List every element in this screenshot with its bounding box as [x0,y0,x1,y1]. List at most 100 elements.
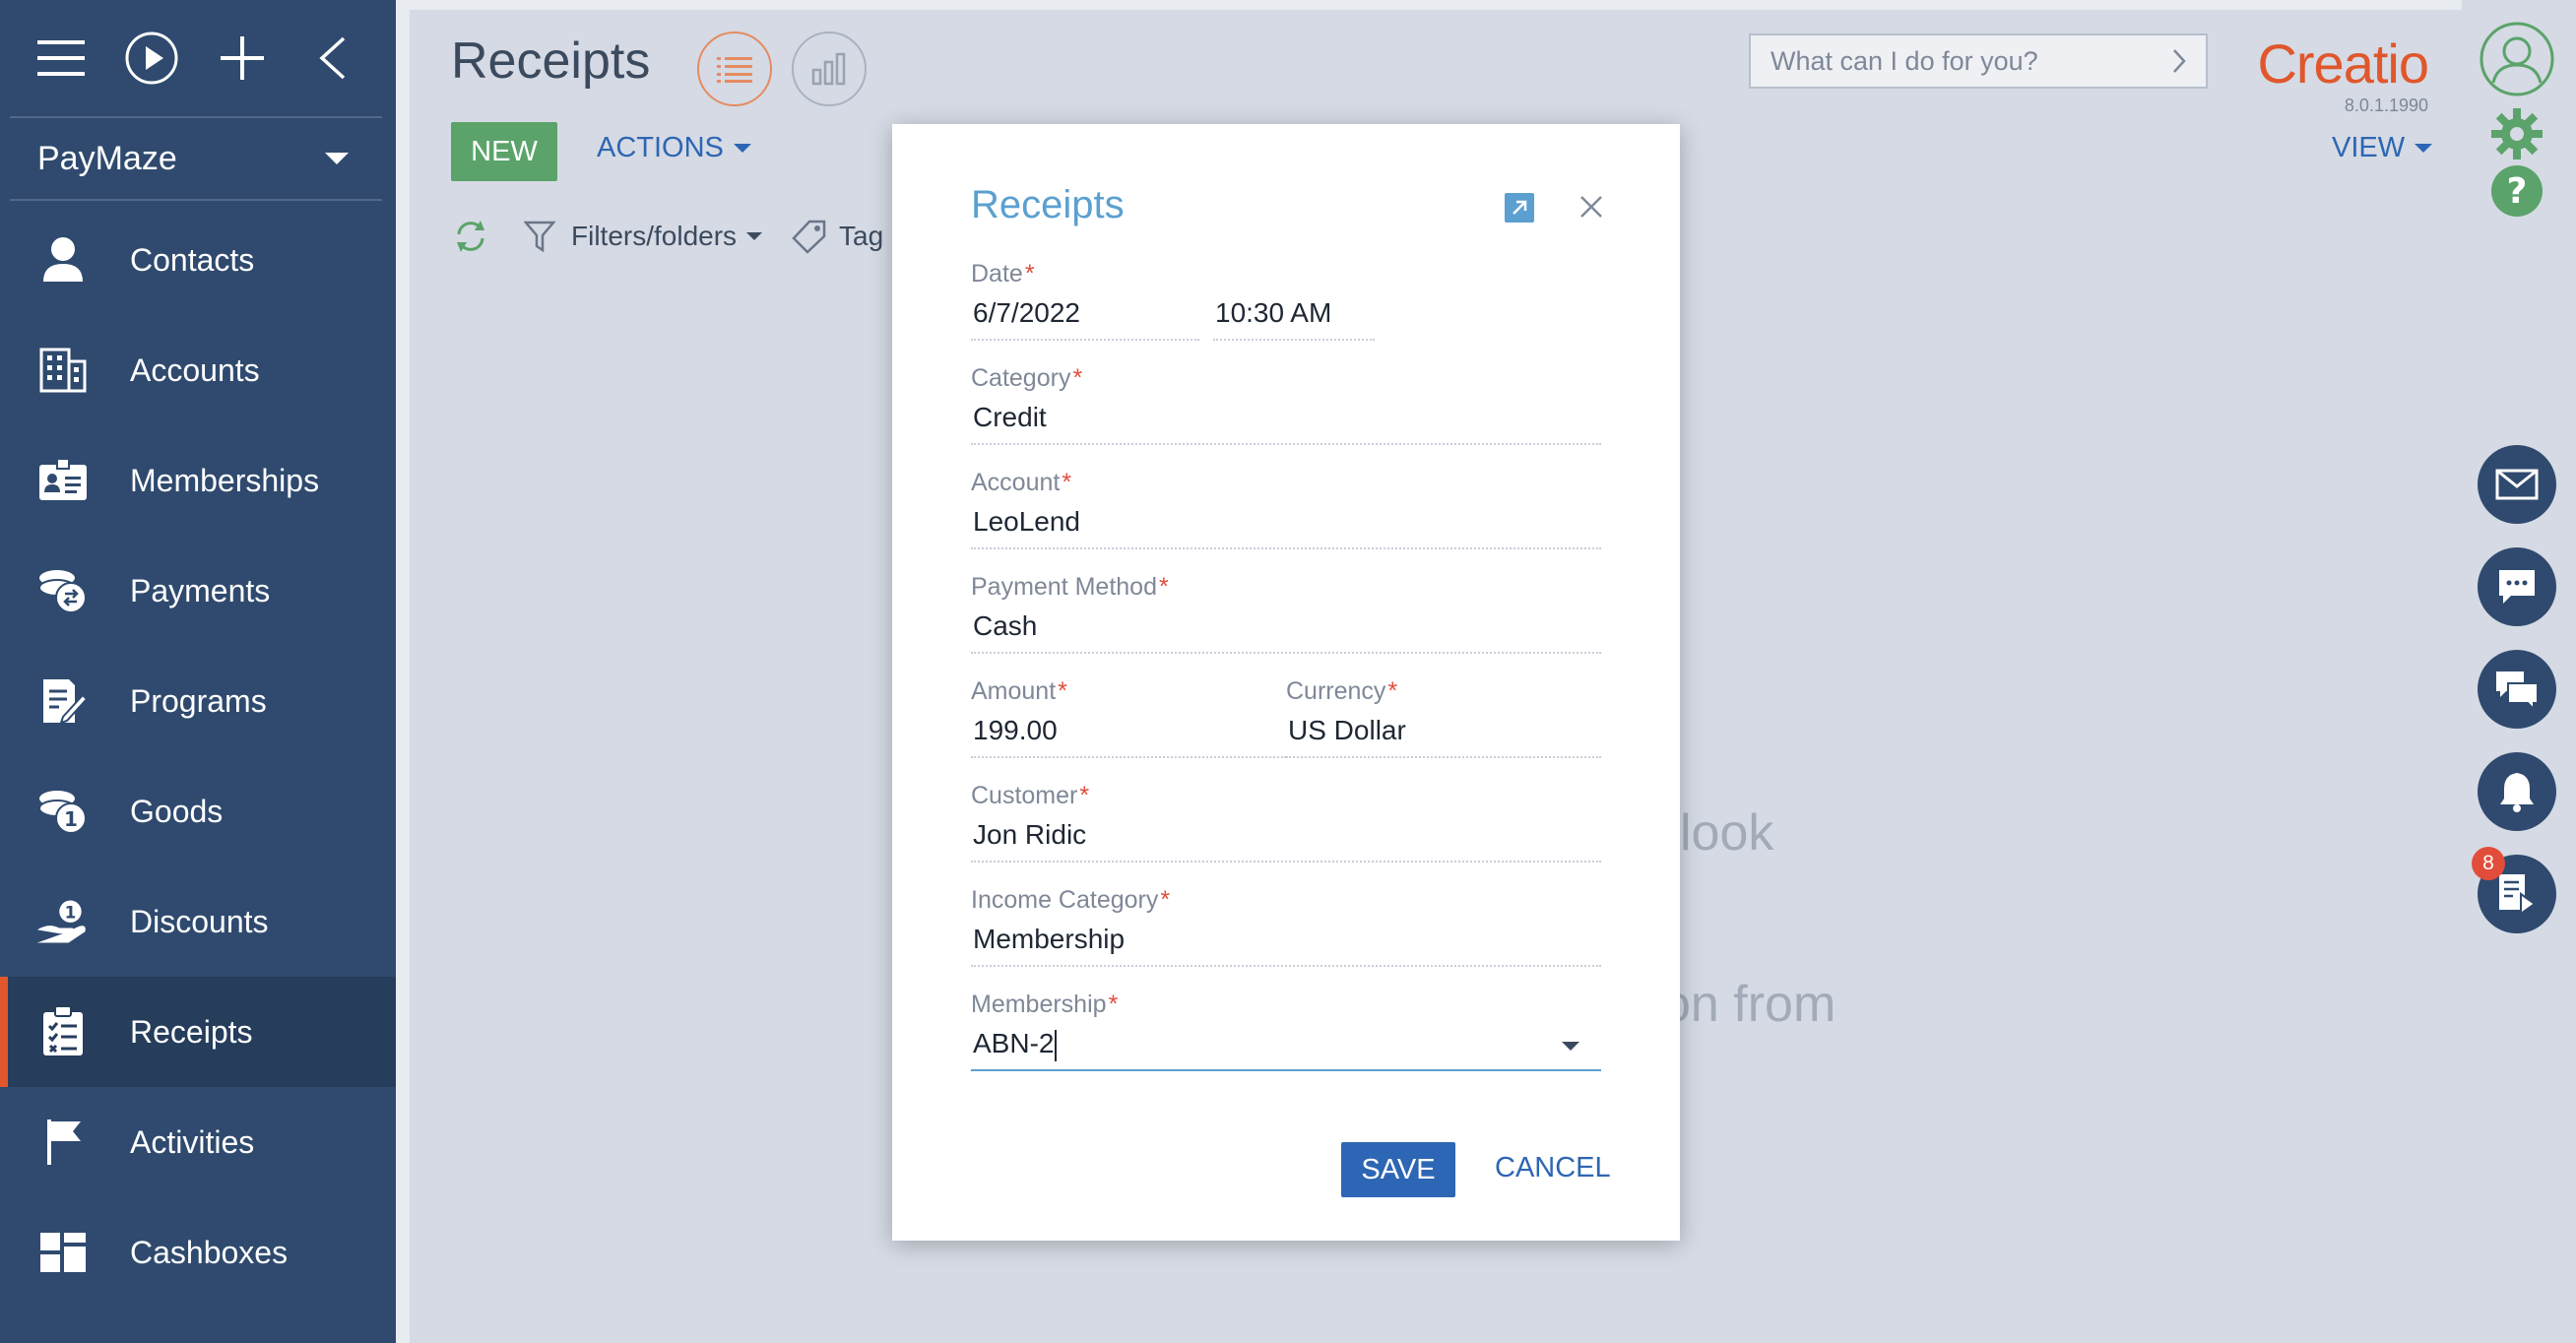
sidebar-item-label: Programs [130,682,267,719]
feed-button[interactable] [2478,650,2556,729]
sidebar-item-activities[interactable]: Activities [0,1087,396,1197]
payment-method-label: Payment Method [971,573,1157,601]
filter-icon[interactable] [522,217,561,256]
sidebar-item-label: Contacts [130,241,255,278]
id-card-icon [35,453,91,508]
refresh-icon[interactable] [451,217,490,256]
time-input[interactable]: 10:30 AM [1213,293,1375,341]
required-marker: * [1160,886,1171,914]
user-profile-icon[interactable] [2478,20,2556,103]
building-icon [35,343,91,398]
sidebar-item-discounts[interactable]: 1 Discounts [0,866,396,977]
required-marker: * [1072,364,1083,392]
chevron-right-icon [2173,49,2186,73]
sidebar-item-label: Memberships [130,462,320,498]
empty-state-text-2: on from [1662,976,1836,1033]
document-edit-icon [35,673,91,729]
tag-button[interactable]: Tag [839,221,883,252]
new-button[interactable]: NEW [451,122,557,181]
account-input[interactable]: LeoLend [971,502,1601,549]
chevron-down-icon[interactable] [1562,1042,1579,1051]
payment-method-input[interactable]: Cash [971,607,1601,654]
document-play-icon [2499,874,2537,916]
required-marker: * [1159,573,1169,601]
hand-coin-icon: 1 [35,894,91,949]
bar-chart-icon [811,52,846,86]
income-category-field: Income Category* Membership [971,886,1601,967]
list-view-button[interactable] [697,32,772,106]
sidebar-item-accounts[interactable]: Accounts [0,315,396,425]
required-marker: * [1108,991,1119,1018]
chevron-down-icon [2415,144,2433,153]
menu-icon[interactable] [33,31,89,86]
empty-state-text-1: look [1680,804,1774,862]
process-count-badge: 8 [2472,847,2505,880]
view-label: VIEW [2332,132,2406,163]
sidebar-item-label: Discounts [130,903,269,939]
collapse-chevron-icon[interactable] [305,31,360,86]
gear-icon[interactable] [2489,106,2544,166]
plus-icon[interactable] [215,31,270,86]
sidebar-item-label: Goods [130,793,224,829]
category-input[interactable]: Credit [971,398,1601,445]
command-search-input[interactable]: What can I do for you? [1749,33,2208,89]
chevron-down-icon [746,232,763,240]
workspace-name: PayMaze [37,139,177,177]
list-icon [717,57,752,83]
chat-button[interactable] [2478,547,2556,626]
svg-text:?: ? [2507,171,2528,212]
brand-name: Creatio [2257,32,2429,95]
sidebar: PayMaze Contacts Accounts Memberships Pa… [0,0,396,1343]
search-placeholder: What can I do for you? [1771,45,2038,76]
play-icon[interactable] [124,31,179,86]
customer-label: Customer [971,782,1078,809]
sidebar-item-label: Cashboxes [130,1234,289,1270]
brand-logo: Creatio 8.0.1.1990 [2241,32,2429,116]
sidebar-item-programs[interactable]: Programs [0,646,396,756]
customer-field: Customer* Jon Ridic [971,782,1601,863]
cancel-button[interactable]: CANCEL [1495,1152,1611,1184]
amount-input[interactable]: 199.00 [971,711,1286,758]
amount-field: Amount* 199.00 [971,677,1286,758]
sidebar-item-payments[interactable]: Payments [0,536,396,646]
date-field: Date* 6/7/2022 [971,260,1199,341]
save-button[interactable]: SAVE [1341,1142,1455,1197]
membership-input[interactable]: ABN-2 [971,1024,1601,1071]
coins-exchange-icon [35,563,91,618]
tag-icon[interactable] [790,217,829,256]
customer-input[interactable]: Jon Ridic [971,815,1601,863]
notifications-button[interactable] [2478,752,2556,831]
blocks-icon [35,1225,91,1280]
svg-text:1: 1 [64,807,78,831]
sidebar-item-label: Receipts [130,1013,253,1050]
required-marker: * [1062,469,1072,496]
email-button[interactable] [2478,445,2556,524]
sidebar-item-memberships[interactable]: Memberships [0,425,396,536]
chevron-down-icon [733,144,751,153]
sidebar-item-goods[interactable]: 1 Goods [0,756,396,866]
close-icon[interactable] [1576,191,1607,223]
required-marker: * [1024,260,1035,288]
open-full-page-icon[interactable] [1505,193,1534,223]
actions-menu[interactable]: ACTIONS [597,132,751,164]
currency-label: Currency [1286,677,1386,705]
analytics-view-button[interactable] [792,32,867,106]
membership-label: Membership [971,991,1107,1018]
sidebar-item-cashboxes[interactable]: Cashboxes [0,1197,396,1308]
person-icon [35,232,91,288]
date-input[interactable]: 6/7/2022 [971,293,1199,341]
currency-input[interactable]: US Dollar [1286,711,1601,758]
sidebar-item-label: Accounts [130,352,260,388]
sidebar-item-receipts[interactable]: Receipts [0,977,396,1087]
help-icon[interactable]: ? [2489,163,2544,224]
filters-folders-button[interactable]: Filters/folders [571,221,737,252]
sidebar-topbar [10,0,382,118]
amount-label: Amount [971,677,1057,705]
sidebar-item-contacts[interactable]: Contacts [0,205,396,315]
sidebar-item-label: Payments [130,572,271,608]
dialog-title: Receipts [971,183,1125,226]
filter-bar: Filters/folders Tag [451,217,883,256]
income-category-input[interactable]: Membership [971,920,1601,967]
view-menu[interactable]: VIEW [2332,132,2433,164]
workspace-selector[interactable]: PayMaze [10,118,382,201]
